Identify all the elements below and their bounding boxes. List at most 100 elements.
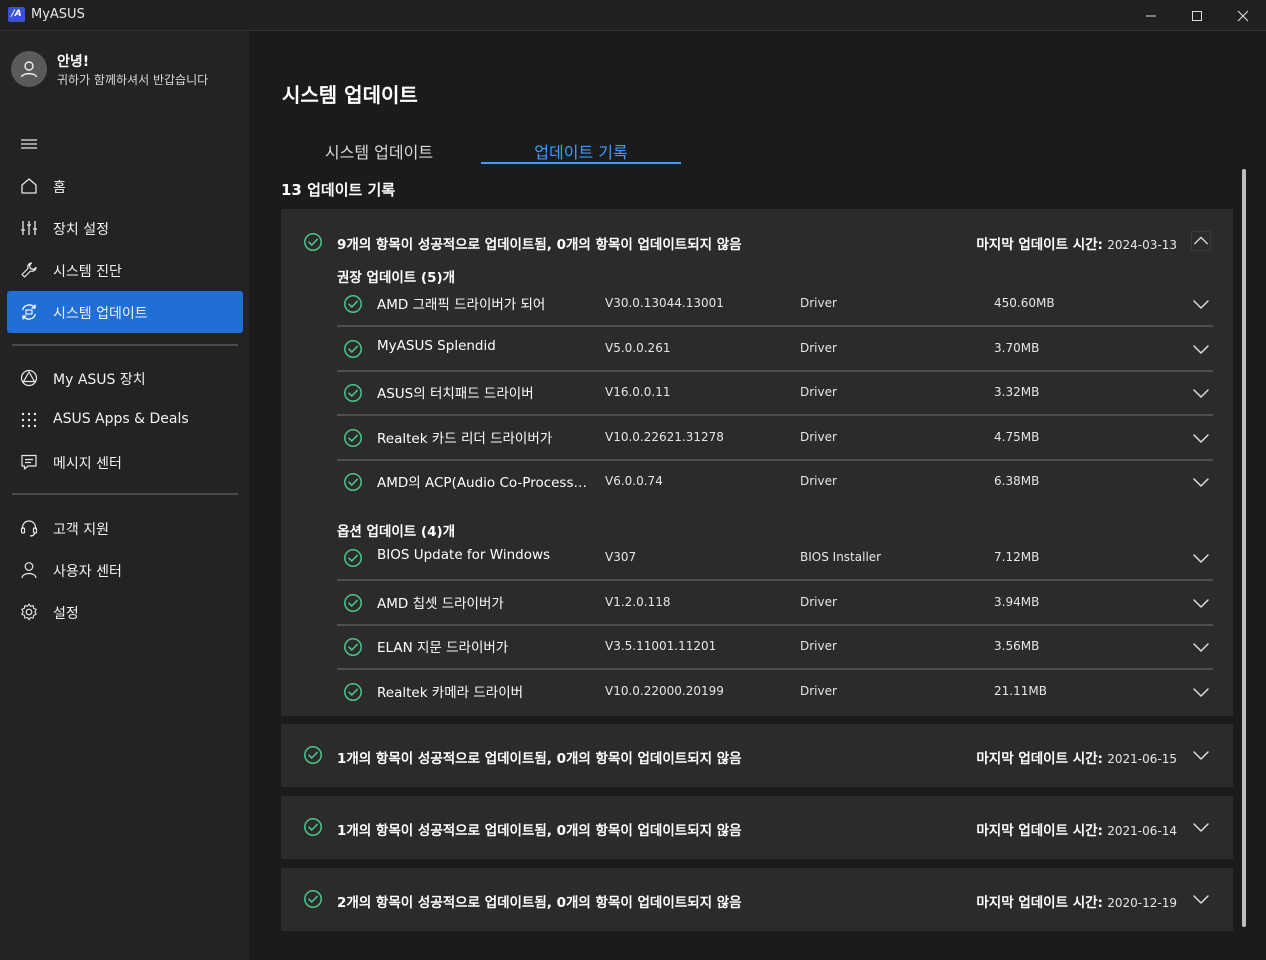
- list-item[interactable]: Realtek 카메라 드라이버 V10.0.22000.20199 Drive…: [337, 670, 1213, 715]
- success-check-icon: [343, 294, 363, 314]
- sidebar-item-asus-apps-deals[interactable]: ASUS Apps & Deals: [7, 399, 243, 441]
- close-button[interactable]: [1220, 0, 1266, 31]
- item-size: 7.12MB: [994, 550, 1040, 564]
- chevron-down-icon[interactable]: [1191, 548, 1211, 568]
- item-size: 4.75MB: [994, 430, 1040, 444]
- item-size: 6.38MB: [994, 474, 1040, 488]
- myasus-logo-icon: /A: [8, 7, 25, 22]
- tab-system-update[interactable]: 시스템 업데이트: [289, 139, 469, 163]
- sidebar-item-settings[interactable]: 설정: [7, 591, 243, 633]
- update-record[interactable]: 1개의 항목이 성공적으로 업데이트됨, 0개의 항목이 업데이트되지 않음 마…: [281, 724, 1233, 787]
- sidebar-item-label: 시스템 진단: [53, 264, 122, 280]
- item-type: Driver: [800, 341, 837, 355]
- sidebar-item-my-asus-devices[interactable]: My ASUS 장치: [7, 357, 243, 399]
- headset-icon: [20, 520, 38, 537]
- item-type: BIOS Installer: [800, 550, 882, 564]
- list-item[interactable]: AMD 그래픽 드라이버가 되어 V30.0.13044.13001 Drive…: [337, 282, 1213, 327]
- tab-update-history[interactable]: 업데이트 기록: [481, 139, 681, 163]
- item-size: 21.11MB: [994, 684, 1047, 698]
- item-name: AMD의 ACP(Audio Co-Processor)...: [377, 475, 595, 491]
- success-check-icon: [303, 817, 323, 837]
- last-update-label: 마지막 업데이트 시간:: [976, 895, 1103, 911]
- sidebar-item-label: 사용자 센터: [53, 564, 122, 580]
- minimize-button[interactable]: [1128, 0, 1174, 31]
- sidebar-item-home[interactable]: 홈: [7, 165, 243, 207]
- item-type: Driver: [800, 296, 837, 310]
- item-name: ASUS의 터치패드 드라이버: [377, 386, 534, 402]
- chevron-down-icon[interactable]: [1191, 817, 1211, 837]
- chevron-down-icon[interactable]: [1191, 428, 1211, 448]
- list-item[interactable]: MyASUS Splendid V5.0.0.261 Driver 3.70MB: [337, 327, 1213, 372]
- chevron-down-icon[interactable]: [1191, 593, 1211, 613]
- record-summary: 2개의 항목이 성공적으로 업데이트됨, 0개의 항목이 업데이트되지 않음: [337, 895, 742, 911]
- user-profile[interactable]: 안녕! 귀하가 함께하셔서 반갑습니다: [11, 51, 246, 91]
- last-update-time: 마지막 업데이트 시간: 2020-12-19: [976, 891, 1177, 911]
- grid-dots-icon: [21, 412, 37, 428]
- last-update-date: 2021-06-15: [1107, 752, 1177, 766]
- chevron-down-icon[interactable]: [1191, 889, 1211, 909]
- chevron-down-icon[interactable]: [1191, 472, 1211, 492]
- sidebar-item-customer-support[interactable]: 고객 지원: [7, 507, 243, 549]
- list-item[interactable]: AMD의 ACP(Audio Co-Processor)... V6.0.0.7…: [337, 460, 1213, 505]
- sidebar-item-label: 설정: [53, 606, 79, 622]
- item-size: 450.60MB: [994, 296, 1055, 310]
- item-version: V6.0.0.74: [605, 474, 663, 488]
- update-record: 9개의 항목이 성공적으로 업데이트됨, 0개의 항목이 업데이트되지 않음 마…: [281, 209, 1233, 716]
- chevron-down-icon[interactable]: [1191, 294, 1211, 314]
- maximize-button[interactable]: [1174, 0, 1220, 31]
- chevron-up-icon[interactable]: [1191, 231, 1211, 251]
- title-bar: /A MyASUS: [0, 0, 1266, 31]
- close-icon: [1237, 10, 1249, 21]
- update-record[interactable]: 2개의 항목이 성공적으로 업데이트됨, 0개의 항목이 업데이트되지 않음 마…: [281, 868, 1233, 931]
- item-name: AMD 칩셋 드라이버가: [377, 596, 504, 612]
- chevron-down-icon[interactable]: [1191, 682, 1211, 702]
- record-summary: 1개의 항목이 성공적으로 업데이트됨, 0개의 항목이 업데이트되지 않음: [337, 751, 742, 767]
- menu-toggle-button[interactable]: [20, 136, 38, 155]
- chevron-down-icon[interactable]: [1191, 339, 1211, 359]
- item-type: Driver: [800, 595, 837, 609]
- success-check-icon: [343, 548, 363, 568]
- home-icon: [21, 178, 37, 194]
- devices-icon: [20, 369, 38, 387]
- sidebar-item-device-settings[interactable]: 장치 설정: [7, 207, 243, 249]
- active-tab-indicator: [481, 162, 681, 164]
- update-icon: [21, 304, 37, 320]
- last-update-date: 2024-03-13: [1107, 238, 1177, 252]
- sidebar-item-label: 고객 지원: [53, 522, 109, 538]
- update-record[interactable]: 1개의 항목이 성공적으로 업데이트됨, 0개의 항목이 업데이트되지 않음 마…: [281, 796, 1233, 859]
- list-item[interactable]: ELAN 지문 드라이버가 V3.5.11001.11201 Driver 3.…: [337, 625, 1213, 670]
- greeting-subtitle: 귀하가 함께하셔서 반갑습니다: [57, 73, 209, 87]
- list-item[interactable]: Realtek 카드 리더 드라이버가 V10.0.22621.31278 Dr…: [337, 416, 1213, 461]
- list-item[interactable]: BIOS Update for Windows V307 BIOS Instal…: [337, 536, 1213, 581]
- item-name: MyASUS Splendid: [377, 338, 496, 354]
- sidebar-item-message-center[interactable]: 메시지 센터: [7, 441, 243, 483]
- sidebar-item-user-center[interactable]: 사용자 센터: [7, 549, 243, 591]
- chevron-down-icon[interactable]: [1191, 745, 1211, 765]
- chevron-down-icon[interactable]: [1191, 383, 1211, 403]
- item-name: AMD 그래픽 드라이버가 되어: [377, 297, 546, 313]
- list-item[interactable]: ASUS의 터치패드 드라이버 V16.0.0.11 Driver 3.32MB: [337, 371, 1213, 416]
- minimize-icon: [1146, 15, 1156, 16]
- item-name: ELAN 지문 드라이버가: [377, 640, 509, 656]
- sidebar-item-label: 장치 설정: [53, 222, 109, 238]
- last-update-date: 2020-12-19: [1107, 896, 1177, 910]
- chevron-down-icon[interactable]: [1191, 637, 1211, 657]
- scrollbar[interactable]: [1242, 169, 1246, 927]
- item-version: V10.0.22000.20199: [605, 684, 724, 698]
- history-count: 13 업데이트 기록: [281, 181, 396, 199]
- sliders-icon: [21, 221, 37, 235]
- avatar[interactable]: [11, 51, 47, 87]
- sidebar-item-system-diagnosis[interactable]: 시스템 진단: [7, 249, 243, 291]
- item-type: Driver: [800, 684, 837, 698]
- success-check-icon: [343, 339, 363, 359]
- last-update-label: 마지막 업데이트 시간:: [976, 237, 1103, 253]
- page-title: 시스템 업데이트: [282, 83, 418, 107]
- list-item[interactable]: AMD 칩셋 드라이버가 V1.2.0.118 Driver 3.94MB: [337, 581, 1213, 626]
- wrench-icon: [21, 262, 37, 278]
- sidebar-item-system-update[interactable]: 시스템 업데이트: [7, 291, 243, 333]
- sidebar-item-label: 시스템 업데이트: [53, 306, 148, 322]
- item-type: Driver: [800, 474, 837, 488]
- item-version: V1.2.0.118: [605, 595, 671, 609]
- sidebar-divider: [12, 344, 238, 346]
- success-check-icon: [343, 637, 363, 657]
